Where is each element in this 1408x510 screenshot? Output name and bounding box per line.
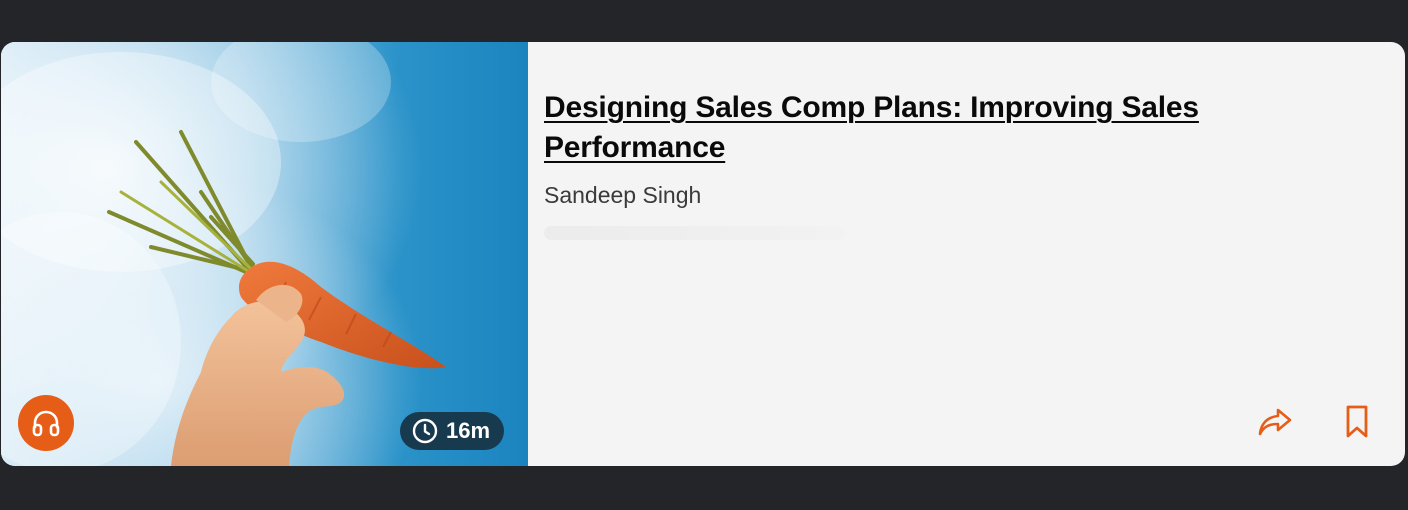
share-button[interactable]	[1255, 402, 1295, 442]
card-content: Designing Sales Comp Plans: Improving Sa…	[528, 42, 1405, 466]
bookmark-button[interactable]	[1337, 402, 1377, 442]
page: 16m Designing Sales Comp Plans: Improvin…	[0, 0, 1408, 510]
clock-icon	[412, 418, 438, 444]
bookmark-icon	[1346, 405, 1368, 438]
thumbnail[interactable]: 16m	[1, 42, 528, 466]
card-title[interactable]: Designing Sales Comp Plans: Improving Sa…	[544, 88, 1304, 168]
thumbnail-image	[1, 42, 528, 466]
duration-badge: 16m	[400, 412, 505, 450]
content-card[interactable]: 16m Designing Sales Comp Plans: Improvin…	[1, 42, 1405, 466]
faded-metadata	[544, 226, 844, 240]
author-name[interactable]: Sandeep Singh	[544, 180, 701, 210]
duration-text: 16m	[446, 418, 491, 443]
card-actions	[1255, 402, 1377, 442]
headphones-icon	[32, 410, 60, 437]
share-arrow-icon	[1258, 408, 1292, 436]
listen-button[interactable]	[18, 395, 74, 451]
